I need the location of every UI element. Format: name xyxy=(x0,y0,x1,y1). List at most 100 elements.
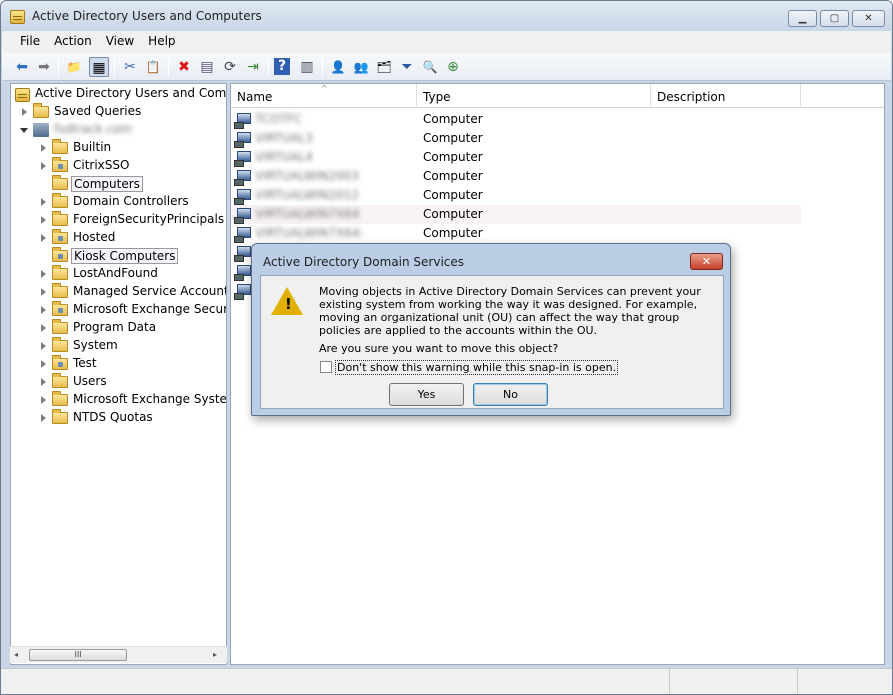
forward-icon[interactable]: ➡ xyxy=(34,57,54,77)
tree-horizontal-scrollbar[interactable]: ◂ III ▸ xyxy=(10,646,227,663)
help-icon[interactable]: ? xyxy=(274,58,290,75)
copy-icon[interactable]: 📋 xyxy=(143,57,163,77)
refresh-icon[interactable]: ⟳ xyxy=(220,57,240,77)
find-icon[interactable]: 🔍 xyxy=(420,57,440,77)
tree-item-domain-controllers[interactable]: Domain Controllers xyxy=(11,193,226,211)
tree-item-domain[interactable]: fsdtrack.com xyxy=(11,121,226,139)
tree-item-citrixsso[interactable]: CitrixSSO xyxy=(11,157,226,175)
expand-icon[interactable] xyxy=(41,342,46,350)
list-item-name: VIRTUAL4 xyxy=(255,150,313,164)
list-item[interactable]: VIRTUAL3 Computer xyxy=(231,129,801,148)
export-list-icon[interactable]: ⇥ xyxy=(243,57,263,77)
expand-icon[interactable] xyxy=(41,306,46,314)
minimize-button[interactable]: ▁ xyxy=(788,10,817,27)
menu-view[interactable]: View xyxy=(99,31,141,53)
ou-folder-icon xyxy=(52,301,68,316)
column-header-description[interactable]: Description xyxy=(651,84,801,108)
tree-item-hosted[interactable]: Hosted xyxy=(11,229,226,247)
collapse-icon[interactable] xyxy=(20,128,28,133)
menu-help[interactable]: Help xyxy=(141,31,182,53)
column-header-name[interactable]: Name ^ xyxy=(231,84,417,108)
status-cell xyxy=(797,669,892,694)
tree-item-system[interactable]: System xyxy=(11,337,226,355)
delete-icon[interactable]: ✖ xyxy=(174,57,194,77)
show-action-pane-icon[interactable]: ▥ xyxy=(297,57,317,77)
new-group-icon[interactable]: 👥 xyxy=(351,57,371,77)
up-folder-icon[interactable]: 📁 xyxy=(64,57,84,77)
tree-item-label: Users xyxy=(73,374,107,388)
tree-item-label: Managed Service Accounts xyxy=(73,284,227,298)
tree-item-ntds-quotas[interactable]: NTDS Quotas xyxy=(11,409,226,427)
tree-item-saved-queries[interactable]: Saved Queries xyxy=(11,103,226,121)
list-item[interactable]: VIRTUALWIN2012 Computer xyxy=(231,186,801,205)
dialog-close-button[interactable]: ✕ xyxy=(690,253,723,270)
expand-icon[interactable] xyxy=(41,270,46,278)
expand-icon[interactable] xyxy=(41,288,46,296)
new-ou-icon[interactable]: 🗂 xyxy=(374,57,394,77)
add-to-group-icon[interactable]: ⊕ xyxy=(443,57,463,77)
tree-item-foreignsecurityprincipals[interactable]: ForeignSecurityPrincipals xyxy=(11,211,226,229)
scroll-left-icon[interactable]: ◂ xyxy=(14,650,18,659)
list-item-type: Computer xyxy=(423,226,483,240)
expand-icon[interactable] xyxy=(41,378,46,386)
computer-icon xyxy=(234,189,251,205)
list-item[interactable]: VIRTUALWIN7X64- Computer xyxy=(231,224,801,243)
yes-button[interactable]: Yes xyxy=(389,383,464,406)
tree-item-builtin[interactable]: Builtin xyxy=(11,139,226,157)
expand-icon[interactable] xyxy=(41,162,46,170)
folder-icon xyxy=(52,373,68,388)
cut-icon[interactable]: ✂ xyxy=(120,57,140,77)
properties-icon[interactable]: ▤ xyxy=(197,57,217,77)
title-bar[interactable]: Active Directory Users and Computers ▁ ▢… xyxy=(1,1,892,31)
dialog-question: Are you sure you want to move this objec… xyxy=(319,342,559,355)
menu-action[interactable]: Action xyxy=(47,31,99,53)
column-header-type[interactable]: Type xyxy=(417,84,651,108)
expand-icon[interactable] xyxy=(41,216,46,224)
tree-item-users[interactable]: Users xyxy=(11,373,226,391)
console-tree[interactable]: Active Directory Users and Computers Sav… xyxy=(10,83,227,665)
list-item[interactable]: VIRTUALWIN7X64 Computer xyxy=(231,205,801,224)
expand-icon[interactable] xyxy=(41,414,46,422)
menu-file[interactable]: File xyxy=(13,31,47,53)
scroll-right-icon[interactable]: ▸ xyxy=(213,650,217,659)
filter-icon[interactable]: ⏷ xyxy=(397,57,417,77)
tree-item-microsoft-exchange-system-objects[interactable]: Microsoft Exchange System Objects xyxy=(11,391,226,409)
close-button[interactable]: ✕ xyxy=(852,10,885,27)
tree-item-program-data[interactable]: Program Data xyxy=(11,319,226,337)
dont-show-checkbox[interactable] xyxy=(320,361,332,373)
tree-root[interactable]: Active Directory Users and Computers xyxy=(11,85,226,103)
tree-item-computers[interactable]: Computers xyxy=(11,175,226,193)
expand-icon[interactable] xyxy=(41,144,46,152)
ou-folder-icon xyxy=(52,229,68,244)
folder-icon xyxy=(52,409,68,424)
computer-icon xyxy=(234,170,251,186)
show-hide-tree-icon[interactable]: ▦ xyxy=(89,57,109,77)
toolbar: ⬅ ➡ 📁 ▦ ✂ 📋 ✖ ▤ ⟳ ⇥ ? ▥ 👤 👥 🗂 ⏷ 🔍 ⊕ xyxy=(2,53,891,81)
back-icon[interactable]: ⬅ xyxy=(12,57,32,77)
list-item[interactable]: VIRTUALWIN2003 Computer xyxy=(231,167,801,186)
expand-icon[interactable] xyxy=(41,234,46,242)
new-user-icon[interactable]: 👤 xyxy=(328,57,348,77)
expand-icon[interactable] xyxy=(41,396,46,404)
tree-item-microsoft-exchange-security-groups[interactable]: Microsoft Exchange Security Groups xyxy=(11,301,226,319)
tree-item-label: ForeignSecurityPrincipals xyxy=(73,212,225,226)
no-button[interactable]: No xyxy=(473,383,548,406)
tree-item-label: Kiosk Computers xyxy=(71,248,179,264)
dont-show-checkbox-label[interactable]: Don't show this warning while this snap-… xyxy=(335,360,619,375)
maximize-button[interactable]: ▢ xyxy=(820,10,849,27)
list-item[interactable]: TCOTFC Computer xyxy=(231,110,801,129)
folder-icon xyxy=(52,211,68,226)
expand-icon[interactable] xyxy=(41,360,46,368)
tree-item-kiosk-computers[interactable]: Kiosk Computers xyxy=(11,247,226,265)
scrollbar-thumb[interactable]: III xyxy=(29,649,127,661)
expand-icon[interactable] xyxy=(41,324,46,332)
tree-item-lostandfound[interactable]: LostAndFound xyxy=(11,265,226,283)
tree-item-test[interactable]: Test xyxy=(11,355,226,373)
expand-icon[interactable] xyxy=(22,108,27,116)
list-item-name: VIRTUALWIN2003 xyxy=(255,169,360,183)
column-header-label: Name xyxy=(237,90,273,104)
list-item[interactable]: VIRTUAL4 Computer xyxy=(231,148,801,167)
tree-item-managed-service-accounts[interactable]: Managed Service Accounts xyxy=(11,283,227,301)
tree-item-label: NTDS Quotas xyxy=(73,410,153,424)
expand-icon[interactable] xyxy=(41,198,46,206)
